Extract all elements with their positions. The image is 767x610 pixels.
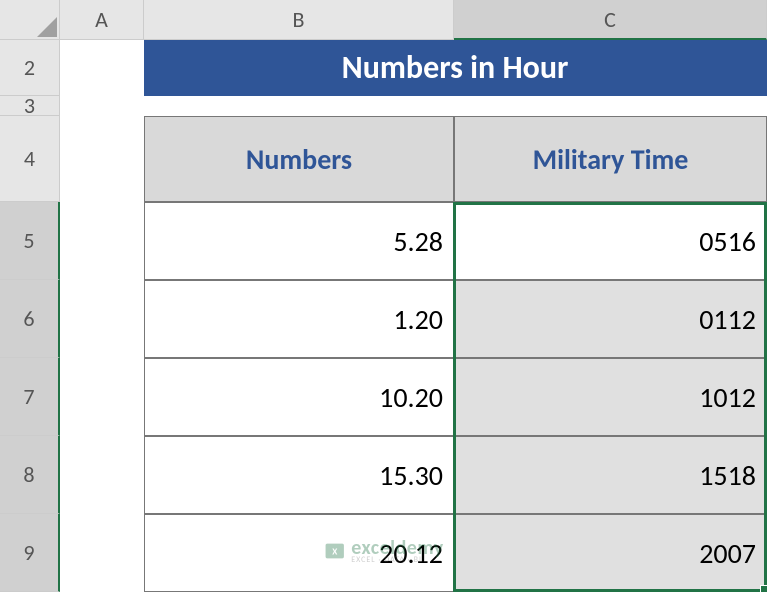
row-header-3[interactable]: 3 — [0, 96, 60, 116]
cell-a4[interactable] — [60, 116, 144, 202]
cell-numbers-7[interactable]: 10.20 — [144, 358, 454, 436]
cell-numbers-6[interactable]: 1.20 — [144, 280, 454, 358]
cell-military-7[interactable]: 1012 — [454, 358, 767, 436]
header-military[interactable]: Military Time — [454, 116, 767, 202]
cell-a7[interactable] — [60, 358, 144, 436]
excel-icon: X — [323, 540, 345, 562]
watermark-text-wrap: exceldemy EXCEL · DATA · BI — [351, 538, 444, 564]
cell-b3[interactable] — [144, 96, 454, 116]
row-header-5[interactable]: 5 — [0, 202, 60, 280]
row-header-2[interactable]: 2 — [0, 40, 60, 96]
cell-military-8[interactable]: 1518 — [454, 436, 767, 514]
row-header-6[interactable]: 6 — [0, 280, 60, 358]
column-header-b[interactable]: B — [144, 0, 454, 40]
cell-military-9[interactable]: 2007 — [454, 514, 767, 592]
spreadsheet-grid: A B C 2 3 4 5 6 7 8 9 Numbers in Hour Nu… — [0, 0, 767, 592]
row-header-8[interactable]: 8 — [0, 436, 60, 514]
cell-a3[interactable] — [60, 96, 144, 116]
cell-c3[interactable] — [454, 96, 767, 116]
watermark-sub: EXCEL · DATA · BI — [351, 556, 444, 564]
cell-military-5[interactable]: 0516 — [454, 202, 767, 280]
cell-a8[interactable] — [60, 436, 144, 514]
merged-title-cell[interactable]: Numbers in Hour — [144, 40, 767, 96]
cell-a2[interactable] — [60, 40, 144, 96]
watermark: X exceldemy EXCEL · DATA · BI — [323, 538, 444, 564]
cell-military-6[interactable]: 0112 — [454, 280, 767, 358]
header-numbers[interactable]: Numbers — [144, 116, 454, 202]
cell-numbers-5[interactable]: 5.28 — [144, 202, 454, 280]
cell-a5[interactable] — [60, 202, 144, 280]
row-header-9[interactable]: 9 — [0, 514, 60, 592]
column-header-c[interactable]: C — [454, 0, 767, 40]
select-all-corner[interactable] — [0, 0, 60, 40]
row-header-4[interactable]: 4 — [0, 116, 60, 202]
row-header-7[interactable]: 7 — [0, 358, 60, 436]
cell-a9[interactable] — [60, 514, 144, 592]
column-header-a[interactable]: A — [60, 0, 144, 40]
cell-a6[interactable] — [60, 280, 144, 358]
cell-numbers-8[interactable]: 15.30 — [144, 436, 454, 514]
